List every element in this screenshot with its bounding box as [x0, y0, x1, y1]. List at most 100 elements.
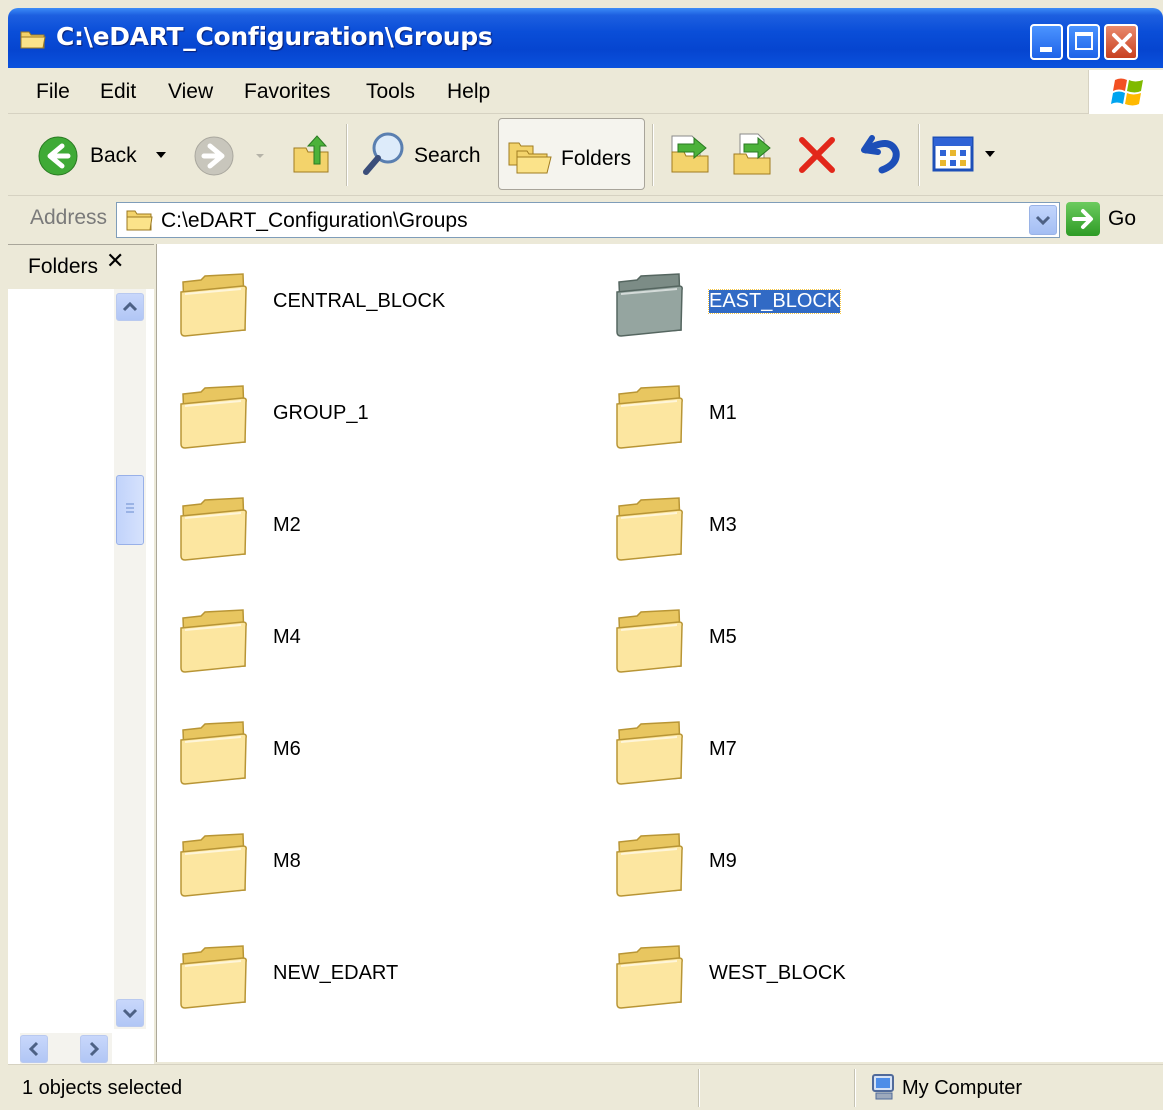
folder-name: EAST_BLOCK — [707, 289, 842, 314]
minimize-icon — [1040, 47, 1052, 52]
chevron-down-icon — [1035, 215, 1051, 226]
move-to-icon[interactable] — [668, 132, 712, 176]
menu-favorites[interactable]: Favorites — [244, 80, 330, 104]
folder-icon — [616, 497, 683, 561]
folder-item[interactable]: M1 — [593, 356, 1023, 452]
folder-item[interactable]: EAST_BLOCK — [593, 244, 1023, 340]
search-button[interactable]: Search — [414, 144, 481, 168]
folder-icon — [126, 210, 153, 231]
status-selection-count: 1 objects selected — [22, 1077, 183, 1099]
toolbar-separator — [918, 124, 920, 186]
address-input[interactable]: C:\eDART_Configuration\Groups — [116, 202, 1060, 238]
views-icon[interactable] — [932, 134, 976, 174]
folder-icon — [180, 497, 247, 561]
folder-icon — [180, 833, 247, 897]
folder-item[interactable]: M9 — [593, 804, 1023, 900]
folder-name: CENTRAL_BLOCK — [273, 290, 446, 312]
close-button[interactable] — [1104, 24, 1138, 60]
delete-icon[interactable] — [796, 134, 838, 176]
folder-name: M8 — [273, 850, 301, 872]
folders-icon — [508, 142, 552, 174]
folder-item[interactable]: GROUP_1 — [157, 356, 587, 452]
pane-close-icon[interactable]: ✕ — [106, 249, 124, 274]
folder-item[interactable]: M3 — [593, 468, 1023, 564]
folder-name: WEST_BLOCK — [709, 962, 846, 984]
folder-item[interactable]: NEW_EDART — [157, 916, 587, 1012]
vertical-scrollbar[interactable] — [114, 289, 146, 1029]
folders-pane-title: Folders — [28, 255, 98, 278]
folders-toggle-button[interactable]: Folders — [498, 118, 645, 190]
folder-name: M5 — [709, 626, 737, 648]
menu-edit[interactable]: Edit — [100, 80, 136, 104]
menu-view[interactable]: View — [168, 80, 213, 104]
folder-item[interactable]: M8 — [157, 804, 587, 900]
folder-icon — [180, 721, 247, 785]
views-dropdown-icon[interactable] — [984, 150, 996, 158]
horizontal-scrollbar[interactable] — [20, 1033, 112, 1065]
folder-name: M3 — [709, 514, 737, 536]
status-zone: My Computer — [902, 1077, 1023, 1099]
folder-icon — [180, 945, 247, 1009]
up-folder-icon[interactable] — [290, 132, 334, 176]
window-title: C:\eDART_Configuration\Groups — [56, 22, 493, 51]
folder-item[interactable]: M5 — [593, 580, 1023, 676]
folder-item[interactable]: M7 — [593, 692, 1023, 788]
menu-tools[interactable]: Tools — [366, 80, 415, 104]
scroll-right-button[interactable] — [80, 1035, 108, 1063]
folders-pane-header: Folders ✕ — [8, 245, 154, 289]
back-arrow-icon[interactable] — [38, 136, 78, 176]
folder-icon — [180, 273, 247, 337]
computer-icon — [872, 1074, 894, 1100]
status-divider — [854, 1069, 856, 1107]
close-icon — [1112, 33, 1132, 53]
toolbar-separator — [346, 124, 348, 186]
scroll-up-button[interactable] — [116, 293, 144, 321]
status-bar: 1 objects selected My Computer — [8, 1064, 1163, 1110]
toolbar-separator — [652, 124, 654, 186]
go-button[interactable] — [1066, 202, 1100, 236]
chevron-up-icon — [122, 301, 138, 312]
folder-name: M2 — [273, 514, 301, 536]
go-label[interactable]: Go — [1108, 207, 1136, 231]
folders-pane: Folders ✕ — [8, 244, 154, 1065]
folder-icon — [20, 31, 46, 49]
folders-label: Folders — [561, 147, 632, 170]
explorer-window: C:\eDART_Configuration\Groups File Edit … — [0, 0, 1163, 1110]
scroll-thumb[interactable] — [116, 475, 144, 545]
folder-name: M7 — [709, 738, 737, 760]
folder-name: M4 — [273, 626, 301, 648]
status-divider — [698, 1069, 700, 1107]
undo-icon[interactable] — [860, 132, 904, 176]
chevron-down-icon — [122, 1008, 138, 1019]
address-bar: Address C:\eDART_Configuration\Groups Go — [8, 198, 1163, 242]
back-dropdown-icon[interactable] — [154, 150, 168, 160]
title-bar[interactable]: C:\eDART_Configuration\Groups — [8, 8, 1163, 68]
address-path: C:\eDART_Configuration\Groups — [161, 209, 468, 232]
maximize-button[interactable] — [1067, 24, 1100, 60]
folder-name: M1 — [709, 402, 737, 424]
folder-item[interactable]: WEST_BLOCK — [593, 916, 1023, 1012]
folder-icon — [616, 385, 683, 449]
forward-arrow-icon[interactable] — [194, 136, 234, 176]
back-button[interactable]: Back — [90, 144, 137, 168]
folder-icon — [616, 945, 683, 1009]
search-icon[interactable] — [360, 130, 408, 178]
address-label: Address — [30, 206, 108, 229]
address-dropdown-button[interactable] — [1029, 205, 1057, 235]
scroll-down-button[interactable] — [116, 999, 144, 1027]
folder-item[interactable]: M6 — [157, 692, 587, 788]
copy-to-icon[interactable] — [730, 132, 774, 176]
minimize-button[interactable] — [1030, 24, 1063, 60]
folder-icon — [616, 833, 683, 897]
folder-item[interactable]: CENTRAL_BLOCK — [157, 244, 587, 340]
standard-toolbar: Back Search Folders — [8, 116, 1163, 196]
chevron-right-icon — [89, 1041, 100, 1057]
folder-item[interactable]: M4 — [157, 580, 587, 676]
menu-help[interactable]: Help — [447, 80, 490, 104]
folder-item[interactable]: M2 — [157, 468, 587, 564]
folder-name: M6 — [273, 738, 301, 760]
menu-file[interactable]: File — [36, 80, 70, 104]
folder-view[interactable]: CENTRAL_BLOCK EAST_BLOCK GROUP_1 M1 M2 M3 M4 M5… — [156, 244, 1163, 1062]
windows-logo-icon — [1088, 70, 1163, 114]
scroll-left-button[interactable] — [20, 1035, 48, 1063]
